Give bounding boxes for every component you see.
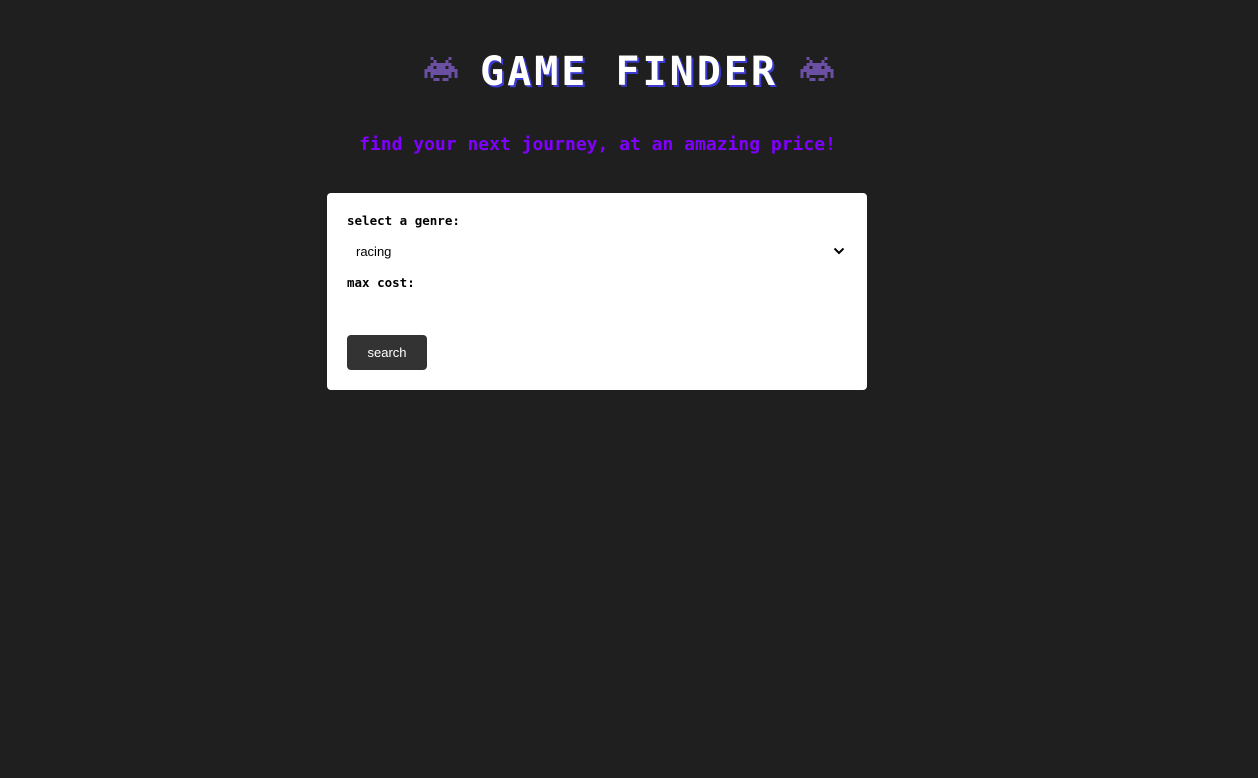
genre-select[interactable]: racing xyxy=(347,239,847,263)
genre-label: select a genre: xyxy=(347,213,460,228)
max-cost-input[interactable] xyxy=(347,297,847,317)
subtitle: find your next journey, at an amazing pr… xyxy=(359,134,836,155)
alien-monster-icon xyxy=(424,57,458,81)
max-cost-label: max cost: xyxy=(347,275,415,290)
search-button[interactable]: search xyxy=(347,335,427,370)
search-form-card: select a genre: racing max cost: search xyxy=(327,193,867,390)
chevron-down-icon xyxy=(833,247,845,255)
page-title: GAME FINDER xyxy=(480,49,778,95)
header: GAME FINDER xyxy=(0,50,1258,94)
genre-select-value: racing xyxy=(356,243,392,259)
alien-monster-icon xyxy=(800,57,834,81)
